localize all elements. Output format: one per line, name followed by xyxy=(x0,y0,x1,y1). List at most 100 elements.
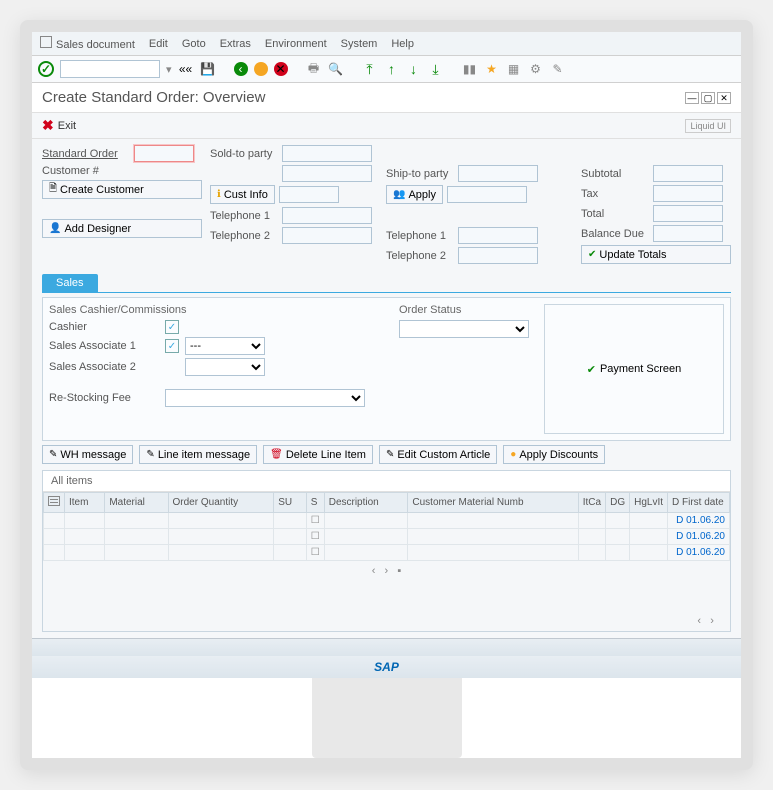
tax-value xyxy=(653,185,723,202)
add-designer-button[interactable]: 👤 Add Designer xyxy=(42,219,202,238)
col-itca[interactable]: ItCa xyxy=(578,493,605,513)
command-field[interactable] xyxy=(60,60,160,78)
table-row[interactable]: ☐D 01.06.20 xyxy=(44,513,730,529)
col-item[interactable]: Item xyxy=(65,493,105,513)
create-customer-button[interactable]: 🗎 Create Customer xyxy=(42,180,202,199)
ship-tel2-input[interactable] xyxy=(458,247,538,264)
standard-order-label: Standard Order xyxy=(42,148,130,160)
apply-ship-button[interactable]: 👥 Apply xyxy=(386,185,443,204)
check-icon: ✔ xyxy=(588,249,596,260)
col-desc[interactable]: Description xyxy=(324,493,408,513)
balance-value xyxy=(653,225,723,242)
items-panel: All items Item Material Order Quantity S… xyxy=(42,470,731,632)
cust-info-input[interactable] xyxy=(279,186,339,203)
print-icon[interactable]: 🖶 xyxy=(306,61,322,77)
assoc1-label: Sales Associate 1 xyxy=(49,340,159,352)
standard-order-input[interactable] xyxy=(134,145,194,162)
payment-screen-button[interactable]: ✔ Payment Screen xyxy=(544,304,724,434)
sold-to-input[interactable] xyxy=(282,145,372,162)
col-date[interactable]: D First date xyxy=(668,493,730,513)
sold-tel2-input[interactable] xyxy=(282,227,372,244)
menu-edit[interactable]: Edit xyxy=(149,38,168,50)
restock-select[interactable] xyxy=(165,389,365,407)
col-cust-mat[interactable]: Customer Material Numb xyxy=(408,493,578,513)
ship-tel2-label: Telephone 2 xyxy=(386,250,454,262)
line-item-message-button[interactable]: ✎Line item message xyxy=(139,445,257,464)
delete-icon: 🗑 xyxy=(270,449,283,460)
back-nav-icon[interactable]: ‹ xyxy=(234,62,248,76)
col-s[interactable]: S xyxy=(306,493,324,513)
menu-doc[interactable]: Sales document xyxy=(40,36,135,51)
cancel-nav-icon[interactable]: ✕ xyxy=(274,62,288,76)
title-bar: Create Standard Order: Overview — ▢ ✕ xyxy=(32,83,741,113)
page-title: Create Standard Order: Overview xyxy=(42,89,265,106)
wh-message-button[interactable]: ✎WH message xyxy=(42,445,133,464)
local-layout-icon[interactable]: ✎ xyxy=(550,61,566,77)
apply-discounts-button[interactable]: ●Apply Discounts xyxy=(503,445,605,464)
sold-tel1-input[interactable] xyxy=(282,207,372,224)
back-icon[interactable]: « xyxy=(178,61,194,77)
table-scroll-nav[interactable]: ‹ › ▪ xyxy=(43,561,730,581)
table-config-icon[interactable] xyxy=(48,496,60,506)
edit-icon: ✎ xyxy=(386,449,394,460)
discount-icon: ● xyxy=(510,449,516,460)
tab-strip: Sales xyxy=(42,274,731,293)
ship-tel1-input[interactable] xyxy=(458,227,538,244)
subtotal-value xyxy=(653,165,723,182)
menu-system[interactable]: System xyxy=(341,38,378,50)
message-icon: ✎ xyxy=(49,449,57,460)
table-row[interactable]: ☐D 01.06.20 xyxy=(44,545,730,561)
tab-sales[interactable]: Sales xyxy=(42,274,98,292)
window-minimize[interactable]: — xyxy=(685,92,699,104)
col-material[interactable]: Material xyxy=(105,493,168,513)
enter-icon[interactable] xyxy=(38,61,54,77)
menu-help[interactable]: Help xyxy=(391,38,414,50)
tax-label: Tax xyxy=(581,188,649,200)
cashier-checkbox[interactable]: ✓ xyxy=(165,320,179,334)
save-icon[interactable]: 💾 xyxy=(200,61,216,77)
subtotal-label: Subtotal xyxy=(581,168,649,180)
first-page-icon[interactable]: ⤒ xyxy=(362,61,378,77)
next-page-icon[interactable]: ↓ xyxy=(406,61,422,77)
col-dg[interactable]: DG xyxy=(606,493,630,513)
window-restore[interactable]: ▢ xyxy=(701,92,715,104)
layout-icon[interactable]: ▦ xyxy=(506,61,522,77)
last-page-icon[interactable]: ⤓ xyxy=(428,61,444,77)
window-close[interactable]: ✕ xyxy=(717,92,731,104)
document-icon: 🗎 xyxy=(49,181,57,198)
sold-to-name-input[interactable] xyxy=(282,165,372,182)
people-icon: 👥 xyxy=(393,189,405,200)
menu-environment[interactable]: Environment xyxy=(265,38,327,50)
ship-name-input[interactable] xyxy=(447,186,527,203)
edit-custom-article-button[interactable]: ✎Edit Custom Article xyxy=(379,445,497,464)
check-icon: ✔ xyxy=(587,363,596,376)
assoc1-checkbox[interactable]: ✓ xyxy=(165,339,179,353)
col-hg[interactable]: HgLvIt xyxy=(630,493,668,513)
exit-nav-icon[interactable] xyxy=(254,62,268,76)
assoc1-select[interactable]: --- xyxy=(185,337,265,355)
table-scroll-nav-bottom[interactable]: ‹ › xyxy=(43,611,730,631)
prev-page-icon[interactable]: ↑ xyxy=(384,61,400,77)
delete-line-button[interactable]: 🗑Delete Line Item xyxy=(263,445,373,464)
ship-to-input[interactable] xyxy=(458,165,538,182)
menu-goto[interactable]: Goto xyxy=(182,38,206,50)
col-su[interactable]: SU xyxy=(274,493,306,513)
order-status-select[interactable] xyxy=(399,320,529,338)
status-bar xyxy=(32,638,741,656)
message-icon: ✎ xyxy=(146,449,154,460)
find-icon[interactable]: 🔍 xyxy=(328,61,344,77)
sold-to-label: Sold-to party xyxy=(210,148,278,160)
col-qty[interactable]: Order Quantity xyxy=(168,493,274,513)
sap-footer: SAP xyxy=(32,656,741,678)
assoc2-select[interactable] xyxy=(185,358,265,376)
menu-extras[interactable]: Extras xyxy=(220,38,251,50)
exit-button[interactable]: ✖ Exit xyxy=(42,117,76,134)
liquid-ui-badge: Liquid UI xyxy=(685,119,731,133)
table-row[interactable]: ☐D 01.06.20 xyxy=(44,529,730,545)
update-totals-button[interactable]: ✔ Update Totals xyxy=(581,245,731,264)
items-title: All items xyxy=(43,471,730,492)
cust-info-button[interactable]: ℹ Cust Info xyxy=(210,185,275,204)
favorite-icon[interactable]: ★ xyxy=(484,61,500,77)
settings-icon[interactable]: ⚙ xyxy=(528,61,544,77)
new-session-icon[interactable]: ▮▮ xyxy=(462,61,478,77)
